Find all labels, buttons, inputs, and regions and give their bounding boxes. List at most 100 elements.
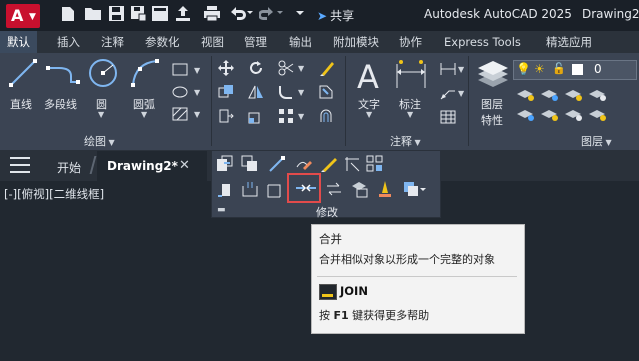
polyline-icon[interactable] bbox=[45, 58, 81, 88]
web-mobile-icon[interactable] bbox=[152, 6, 168, 24]
leader-icon[interactable] bbox=[440, 86, 456, 100]
array-icon[interactable] bbox=[278, 108, 294, 124]
array-edit-icon[interactable] bbox=[366, 155, 384, 173]
tab-output[interactable]: 输出 bbox=[289, 31, 312, 53]
arc-icon[interactable] bbox=[129, 57, 161, 89]
arc-dropdown-chevron-icon[interactable]: ▼ bbox=[141, 110, 147, 119]
pin-icon[interactable]: ▬ bbox=[217, 205, 226, 215]
hamburger-menu-icon[interactable] bbox=[10, 157, 30, 173]
line-icon[interactable] bbox=[8, 58, 38, 88]
circle-dropdown-chevron-icon[interactable]: ▼ bbox=[98, 110, 104, 119]
print-icon[interactable] bbox=[204, 6, 220, 24]
rotate-icon[interactable] bbox=[248, 60, 264, 76]
share-label: 共享 bbox=[330, 9, 355, 23]
circle-icon[interactable] bbox=[87, 57, 119, 89]
edit-spline-icon[interactable] bbox=[402, 180, 426, 198]
edit-hatch-icon[interactable] bbox=[320, 155, 338, 173]
ellipse-icon[interactable] bbox=[172, 85, 188, 99]
trim-icon[interactable] bbox=[278, 60, 294, 76]
leader-chevron-icon[interactable]: ▼ bbox=[458, 89, 464, 98]
app-title: Autodesk AutoCAD 2025 bbox=[424, 7, 572, 21]
rectangle-icon[interactable] bbox=[172, 63, 188, 77]
tab-view[interactable]: 视图 bbox=[201, 31, 224, 53]
hatch-icon[interactable] bbox=[172, 107, 188, 121]
stretch-icon[interactable] bbox=[218, 108, 234, 124]
share-upload-icon[interactable] bbox=[175, 6, 191, 24]
offset-icon[interactable] bbox=[318, 108, 334, 124]
polyline-label[interactable]: 多段线 bbox=[44, 96, 77, 112]
tab-default[interactable]: 默认 bbox=[0, 31, 37, 53]
tooltip-help-text: 按 F1 键获得更多帮助 bbox=[319, 307, 429, 323]
lengthen-icon[interactable] bbox=[268, 155, 286, 173]
set-bylayer-icon[interactable] bbox=[351, 180, 369, 198]
send-icon: ➤ bbox=[317, 9, 328, 23]
annotation-panel-title-text: 注释 bbox=[390, 135, 412, 148]
tab-express-tools[interactable]: Express Tools bbox=[444, 31, 521, 53]
linear-dim-chevron-icon[interactable]: ▼ bbox=[458, 65, 464, 74]
tab-addins[interactable]: 附加模块 bbox=[333, 31, 379, 53]
hatch-dropdown-chevron-icon[interactable]: ▼ bbox=[194, 110, 200, 119]
align-icon[interactable] bbox=[343, 155, 361, 173]
undo-icon[interactable] bbox=[229, 6, 253, 24]
save-as-icon[interactable] bbox=[130, 6, 146, 24]
ellipse-dropdown-chevron-icon[interactable]: ▼ bbox=[194, 88, 200, 97]
tab-insert[interactable]: 插入 bbox=[57, 31, 80, 53]
scale-icon[interactable] bbox=[248, 108, 264, 124]
redo-icon[interactable] bbox=[258, 6, 283, 24]
application-menu-button[interactable]: A ▼ bbox=[6, 4, 40, 28]
draw-panel-title[interactable]: 绘图 ▼ bbox=[84, 133, 115, 149]
lock-icon: 🔓 bbox=[552, 62, 566, 75]
draworder-icon[interactable] bbox=[241, 155, 259, 173]
new-file-icon[interactable] bbox=[60, 6, 76, 24]
trim-dropdown-chevron-icon[interactable]: ▼ bbox=[298, 64, 304, 73]
text-dropdown-chevron-icon[interactable]: ▼ bbox=[366, 110, 372, 119]
linear-dim-icon[interactable] bbox=[440, 62, 456, 76]
rectangle-dropdown-chevron-icon[interactable]: ▼ bbox=[194, 66, 200, 75]
fillet-icon[interactable] bbox=[278, 84, 294, 100]
layer-properties-icon[interactable] bbox=[476, 60, 510, 90]
dimension-dropdown-chevron-icon[interactable]: ▼ bbox=[407, 110, 413, 119]
ribbon-tab-bar bbox=[0, 31, 639, 53]
chamfer-icon[interactable] bbox=[266, 180, 284, 198]
tooltip-command: JOIN bbox=[340, 284, 368, 298]
open-folder-icon[interactable] bbox=[85, 6, 101, 24]
tab-collaborate[interactable]: 协作 bbox=[399, 31, 422, 53]
save-icon[interactable] bbox=[108, 6, 124, 24]
fillet-dropdown-chevron-icon[interactable]: ▼ bbox=[298, 88, 304, 97]
line-label[interactable]: 直线 bbox=[10, 96, 32, 112]
move-icon[interactable] bbox=[218, 60, 234, 76]
break-icon[interactable] bbox=[241, 180, 259, 198]
join-icon[interactable] bbox=[295, 179, 317, 197]
chevron-down-icon: ▼ bbox=[106, 138, 115, 147]
mirror-icon[interactable] bbox=[248, 84, 264, 100]
layer-dropdown[interactable]: 💡 ☀ 🔓 0 bbox=[513, 60, 637, 80]
document-title: Drawing2. bbox=[582, 7, 639, 21]
draw-panel-title-text: 绘图 bbox=[84, 135, 106, 148]
text-icon[interactable]: A bbox=[355, 58, 385, 96]
copy-clip-icon[interactable] bbox=[216, 155, 234, 173]
annotation-panel-title[interactable]: 注释 ▼ bbox=[390, 133, 421, 149]
tab-featured-apps[interactable]: 精选应用 bbox=[546, 31, 592, 53]
sun-icon: ☀ bbox=[534, 62, 545, 76]
close-icon[interactable]: ✕ bbox=[179, 158, 190, 173]
customize-qa-chevron-icon[interactable] bbox=[294, 6, 306, 24]
change-space-icon[interactable] bbox=[376, 180, 394, 198]
tab-parametric[interactable]: 参数化 bbox=[145, 31, 180, 53]
tab-start[interactable]: 开始 bbox=[57, 159, 81, 176]
erase-icon[interactable] bbox=[318, 60, 334, 76]
table-icon[interactable] bbox=[440, 110, 456, 124]
layer-properties-label-1[interactable]: 图层 bbox=[481, 96, 503, 112]
viewport-controls[interactable]: [-][俯视][二维线框] bbox=[4, 186, 104, 202]
tab-annotate[interactable]: 注释 bbox=[101, 31, 124, 53]
break-at-point-icon[interactable] bbox=[216, 180, 234, 198]
edit-polyline-icon[interactable] bbox=[295, 155, 313, 173]
array-dropdown-chevron-icon[interactable]: ▼ bbox=[298, 112, 304, 121]
reverse-icon[interactable] bbox=[325, 180, 343, 198]
layers-panel-title[interactable]: 图层 ▼ bbox=[581, 133, 612, 149]
copy-icon[interactable] bbox=[218, 84, 234, 100]
dimension-icon[interactable] bbox=[393, 58, 429, 92]
tab-manage[interactable]: 管理 bbox=[244, 31, 267, 53]
share-button[interactable]: ➤ 共享 bbox=[317, 7, 354, 24]
layer-properties-label-2[interactable]: 特性 bbox=[481, 112, 503, 128]
explode-icon[interactable] bbox=[318, 84, 334, 100]
